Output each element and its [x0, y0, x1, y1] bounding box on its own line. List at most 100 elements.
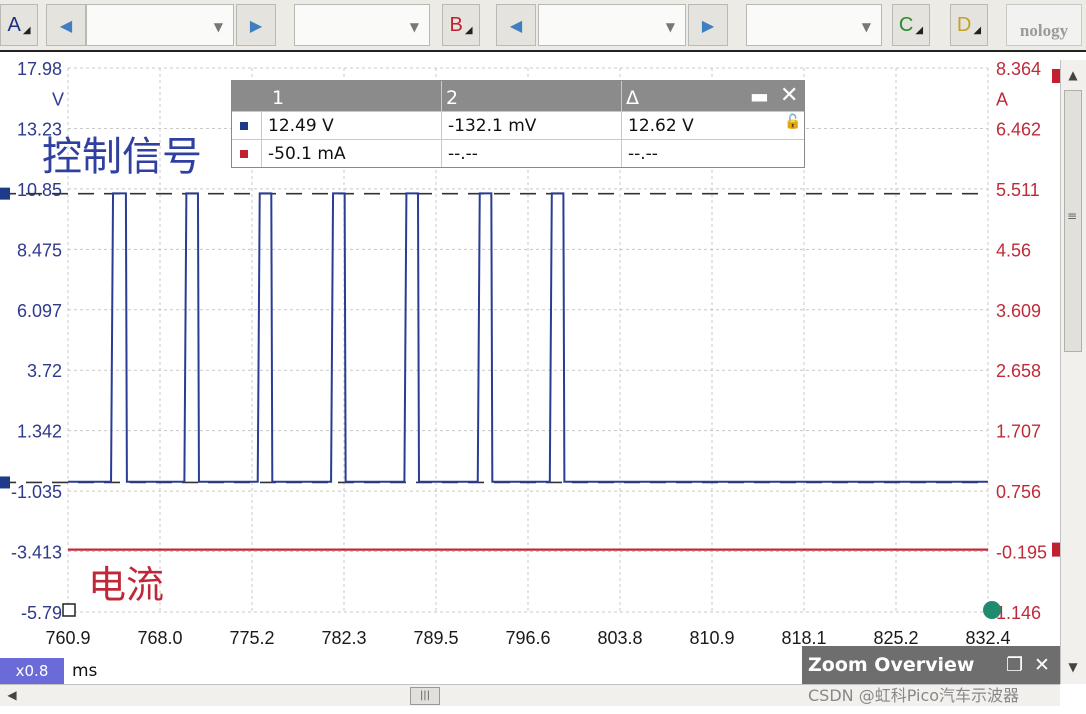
x-tick-label: 803.8 [597, 628, 642, 648]
y-tick-label-right: -0.195 [996, 543, 1047, 563]
scroll-up-icon[interactable]: ▲ [1063, 64, 1083, 86]
y-axis-unit-left: V [52, 89, 64, 109]
close-icon[interactable]: ✕ [780, 81, 798, 111]
trigger-marker-icon [62, 603, 76, 617]
x-tick-label: 796.6 [505, 628, 550, 648]
watermark: CSDN @虹科Pico汽车示波器 [808, 686, 1020, 705]
chevron-down-icon: ▼ [409, 20, 419, 34]
channel-d-label: D [956, 13, 972, 36]
channel-a-prev-range-button[interactable]: ◀ [46, 4, 86, 46]
channel-c-label: C [898, 13, 914, 36]
vertical-scrollbar[interactable]: ▲ ≡ ▼ [1060, 60, 1086, 684]
status-bar [0, 656, 800, 684]
x-tick-label: 760.9 [45, 628, 90, 648]
y-tick-label-right: 3.609 [996, 301, 1041, 321]
horizontal-scroll-thumb[interactable]: ||| [410, 687, 440, 705]
x-tick-label: 768.0 [137, 628, 182, 648]
y-axis-unit-right: A [996, 89, 1008, 109]
x-tick-label: 789.5 [413, 628, 458, 648]
dropdown-arrow-icon: ◢ [915, 24, 924, 36]
channel-b-range-select[interactable]: ▼ [538, 4, 686, 46]
y-tick-label-left: 3.72 [27, 361, 62, 381]
y-tick-label-right: 1.707 [996, 422, 1041, 442]
zoom-overview-panel[interactable]: Zoom Overview ❐ ✕ [802, 646, 1060, 684]
y-tick-label-left: 17.98 [17, 59, 62, 79]
restore-icon[interactable]: ❐ [1006, 646, 1023, 684]
close-icon[interactable]: ✕ [1034, 646, 1050, 684]
right-arrow-icon: ▶ [249, 15, 263, 35]
x-tick-label: 810.9 [689, 628, 734, 648]
channel-a-swatch-icon [240, 122, 248, 130]
delta-header: Δ [626, 87, 639, 109]
y-tick-label-left: 8.475 [17, 240, 62, 260]
measurements-header: 1 2 Δ ▬ ✕ [232, 81, 804, 111]
channel-b-swatch-icon [240, 150, 248, 158]
y-tick-label-right: 6.462 [996, 119, 1041, 139]
channel-b-next-range-button[interactable]: ▶ [688, 4, 728, 46]
brand-logo: nology [1006, 4, 1082, 46]
grip-icon: ≡ [1067, 209, 1078, 223]
measurement-row-channel-a: 12.49 V -132.1 mV 12.62 V 🔓 [232, 111, 804, 139]
channel-a-range-select[interactable]: ▼ [86, 4, 234, 46]
channel-d-button[interactable]: D ◢ [950, 4, 988, 46]
x-tick-label: 832.4 [965, 628, 1010, 648]
measurement-row-channel-b: -50.1 mA --.-- --.-- [232, 139, 804, 167]
x-tick-label: 818.1 [781, 628, 826, 648]
y-tick-label-left: 1.342 [17, 422, 62, 442]
measurements-panel[interactable]: 1 2 Δ ▬ ✕ 12.49 V -132.1 mV 12.62 V 🔓 -5… [231, 80, 805, 168]
chevron-down-icon: ▼ [665, 20, 675, 34]
x-tick-label: 782.3 [321, 628, 366, 648]
ruler-1-header: 1 [268, 81, 442, 111]
y-tick-label-left: -1.035 [11, 482, 62, 502]
y-tick-label-left: 6.097 [17, 301, 62, 321]
zoom-overview-title: Zoom Overview [808, 654, 975, 676]
x-tick-label: 775.2 [229, 628, 274, 648]
minimize-icon[interactable]: ▬ [750, 81, 769, 111]
channel-b-button[interactable]: B ◢ [442, 4, 480, 46]
lock-icon[interactable]: 🔓 [784, 114, 801, 130]
range-max-marker-icon [1052, 69, 1060, 83]
y-tick-label-right: 0.756 [996, 482, 1041, 502]
delta-value: 12.62 V [628, 116, 694, 136]
channel-b-coupling-select[interactable]: ▼ [746, 4, 882, 46]
current-marker-icon [1052, 542, 1060, 557]
y-tick-label-right: 2.658 [996, 361, 1041, 381]
ruler-1-value: 12.49 V [262, 112, 442, 139]
scroll-down-icon[interactable]: ▼ [1063, 656, 1083, 678]
channel-a-coupling-select[interactable]: ▼ [294, 4, 430, 46]
channel-a-label: A [7, 13, 21, 36]
channel-a-button[interactable]: A ◢ [0, 4, 38, 46]
x-tick-label: 825.2 [873, 628, 918, 648]
scroll-left-icon[interactable]: ◀ [2, 685, 22, 705]
channel-b-label: B [449, 13, 463, 36]
y-tick-label-right: 8.364 [996, 59, 1041, 79]
zoom-level-badge[interactable]: x0.8 [0, 658, 64, 684]
vertical-scroll-thumb[interactable]: ≡ [1064, 90, 1082, 352]
toolbar: A ◢ ◀ ▼ ▶ ▼ B ◢ ◀ ▼ ▶ ▼ C ◢ D ◢ nology [0, 0, 1086, 52]
left-arrow-icon: ◀ [509, 15, 523, 35]
chevron-down-icon: ▼ [213, 20, 223, 34]
channel-a-next-range-button[interactable]: ▶ [236, 4, 276, 46]
dropdown-arrow-icon: ◢ [22, 24, 31, 36]
control-signal-label: 控制信号 [42, 134, 202, 180]
y-tick-label-left: -5.79 [21, 603, 62, 623]
ruler-2-value: --.-- [442, 140, 622, 167]
y-tick-label-right: 5.511 [996, 180, 1040, 200]
y-tick-label-left: -3.413 [11, 543, 62, 563]
channel-c-button[interactable]: C ◢ [892, 4, 930, 46]
dropdown-arrow-icon: ◢ [973, 24, 982, 36]
ruler-1-marker-icon [0, 187, 10, 200]
ruler-2-value: -132.1 mV [442, 112, 622, 139]
current-label: 电流 [88, 563, 164, 607]
ruler-2-header: 2 [442, 81, 622, 111]
y-tick-label-right: 1.146 [996, 603, 1041, 623]
y-tick-label-left: 10.85 [17, 180, 62, 200]
channel-b-prev-range-button[interactable]: ◀ [496, 4, 536, 46]
y-tick-label-right: 4.56 [996, 240, 1031, 260]
ruler-2-marker-icon [0, 476, 10, 489]
time-units-label: ms [72, 661, 98, 681]
right-arrow-icon: ▶ [701, 15, 715, 35]
dropdown-arrow-icon: ◢ [464, 24, 473, 36]
ruler-1-value: -50.1 mA [262, 140, 442, 167]
brand-logo-text: nology [1019, 21, 1069, 40]
